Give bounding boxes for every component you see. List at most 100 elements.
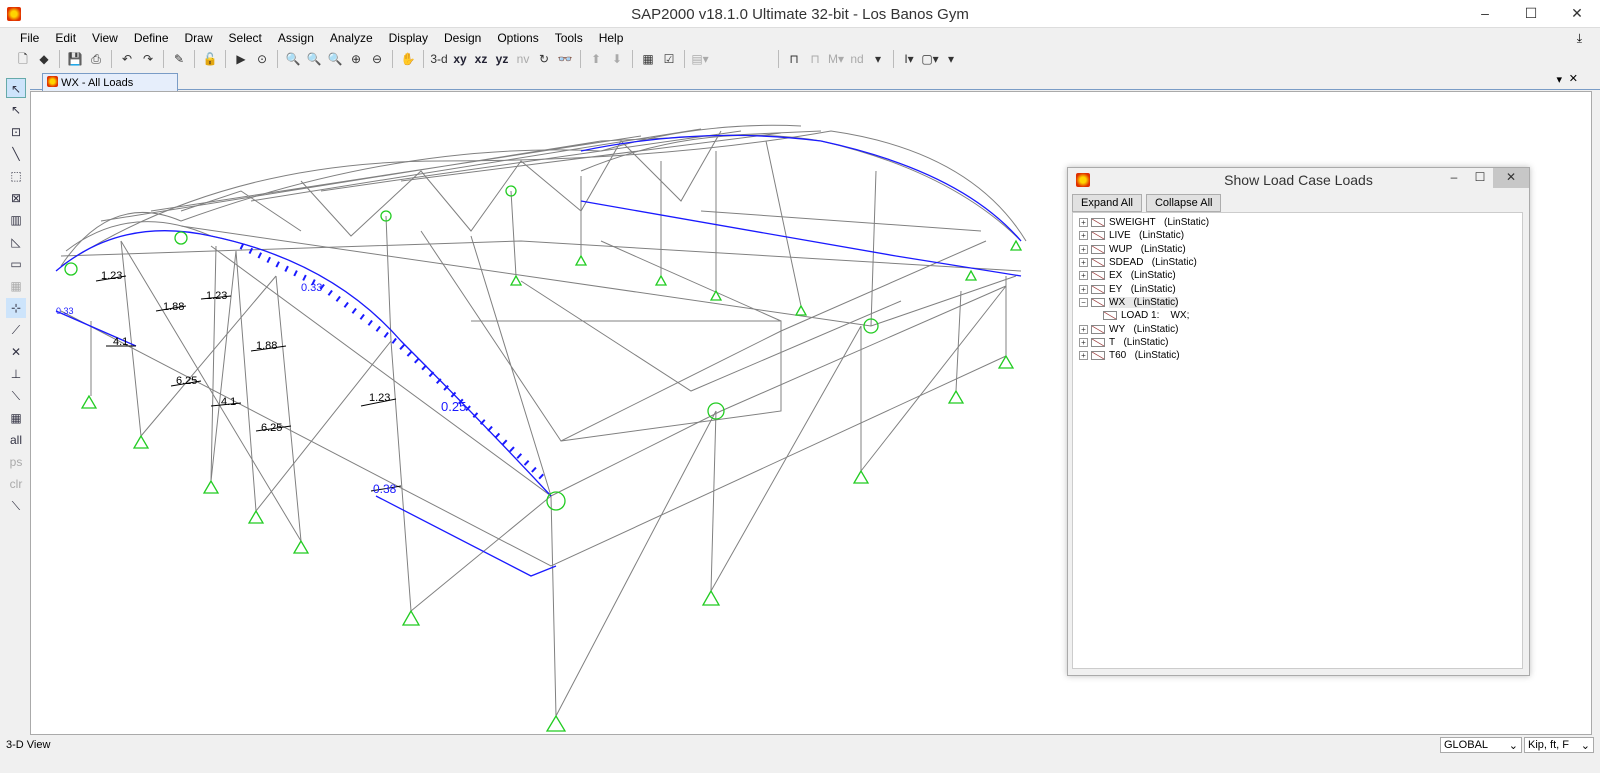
expand-icon[interactable]: + [1079,271,1088,281]
menu-view[interactable]: View [84,28,126,48]
area-icon[interactable]: ▢▾ [921,50,939,68]
menu-tools[interactable]: Tools [547,28,591,48]
expand-icon[interactable]: + [1079,337,1088,347]
expand-icon[interactable]: + [1079,258,1088,268]
draw-section-cut-icon[interactable]: ▥ [6,210,26,230]
collapse-icon[interactable]: − [1079,297,1088,307]
quick-draw-area-icon[interactable]: ▦ [6,276,26,296]
pencil-icon[interactable]: ✎ [170,50,188,68]
frame-brace-icon[interactable]: M▾ [827,50,845,68]
expand-icon[interactable]: + [1079,218,1088,228]
menu-design[interactable]: Design [436,28,489,48]
menu-analyze[interactable]: Analyze [322,28,381,48]
tree-node-sweight[interactable]: + SWEIGHT (LinStatic) [1079,216,1522,229]
tree-node-ey[interactable]: + EY (LinStatic) [1079,282,1522,295]
rotate-icon[interactable]: ↻ [535,50,553,68]
dialog-close-button[interactable]: ✕ [1493,168,1529,188]
lock-icon[interactable]: 🔓 [201,50,219,68]
expand-icon[interactable]: + [1079,231,1088,241]
frame-icon[interactable]: ⊓ [785,50,803,68]
tree-node-wx[interactable]: − WX (LinStatic) [1079,296,1522,309]
draw-brace-icon[interactable]: ⊠ [6,188,26,208]
intersecting-line-icon[interactable]: ⟍ [6,496,26,516]
tree-node-wup[interactable]: + WUP (LinStatic) [1079,243,1522,256]
redo-icon[interactable]: ↷ [139,50,157,68]
expand-icon[interactable]: + [1079,284,1088,294]
run-analysis-icon[interactable]: ⊙ [253,50,271,68]
open-icon[interactable]: ◆ [35,50,53,68]
check-icon[interactable]: ☑ [660,50,678,68]
tab-close-icon[interactable]: ✕ [1569,72,1578,85]
tree-node-wy[interactable]: + WY (LinStatic) [1079,322,1522,335]
move-down-icon[interactable]: ⬇ [608,50,626,68]
menu-display[interactable]: Display [381,28,436,48]
snap-grid-icon[interactable]: ▦ [6,408,26,428]
zoom-in-icon[interactable]: ⊕ [347,50,365,68]
tab-wx-all-loads[interactable]: WX - All Loads [42,73,178,91]
minimize-button[interactable]: – [1462,0,1508,28]
perspective-icon[interactable]: 👓 [556,50,574,68]
view-xy-button[interactable]: xy [451,50,469,68]
menu-options[interactable]: Options [489,28,546,48]
snap-ends-icon[interactable]: ⟋ [6,320,26,340]
menu-file[interactable]: File [12,28,47,48]
move-up-icon[interactable]: ⬆ [587,50,605,68]
menu-select[interactable]: Select [221,28,270,48]
frame-bay-icon[interactable]: ⊓ [806,50,824,68]
coord-system-select[interactable]: GLOBAL ⌄ [1440,737,1522,753]
view-xz-button[interactable]: xz [472,50,490,68]
previous-select-icon[interactable]: ps [6,452,26,472]
snap-intersection-icon[interactable]: ✕ [6,342,26,362]
tree-node-live[interactable]: + LIVE (LinStatic) [1079,229,1522,242]
dialog-minimize-button[interactable]: – [1441,168,1467,188]
tab-dropdown-icon[interactable]: ▾ [1556,73,1562,86]
view-yz-button[interactable]: yz [493,50,511,68]
view-nv-button[interactable]: nv [514,50,532,68]
print-icon[interactable]: ⎙ [87,50,105,68]
snap-perpendicular-icon[interactable]: ⊥ [6,364,26,384]
menu-edit[interactable]: Edit [47,28,84,48]
menu-assign[interactable]: Assign [270,28,322,48]
maximize-button[interactable]: ☐ [1508,0,1554,28]
nd-button[interactable]: nd [848,50,866,68]
dialog-maximize-button[interactable]: ☐ [1467,168,1493,188]
collapse-all-button[interactable]: Collapse All [1145,194,1222,212]
download-icon[interactable]: ⤓ [1569,28,1590,49]
zoom-window-icon[interactable]: 🔍 [284,50,302,68]
pointer-icon[interactable]: ↖ [6,78,26,98]
pan-icon[interactable]: ✋ [399,50,417,68]
clear-select-icon[interactable]: clr [6,474,26,494]
zoom-restore-icon[interactable]: 🔍 [305,50,323,68]
quick-draw-frame-icon[interactable]: ⬚ [6,166,26,186]
view-3d-button[interactable]: 3-d [430,50,448,68]
new-file-icon[interactable]: 🗋 [14,50,32,68]
dropdown-icon[interactable]: ▾ [869,50,887,68]
tree-node-ex[interactable]: + EX (LinStatic) [1079,269,1522,282]
save-icon[interactable]: 💾 [66,50,84,68]
expand-icon[interactable]: + [1079,324,1088,334]
section-icon[interactable]: I▾ [900,50,918,68]
expand-all-button[interactable]: Expand All [1072,194,1142,212]
run-icon[interactable]: ▶ [232,50,250,68]
select-all-icon[interactable]: all [6,430,26,450]
draw-poly-area-icon[interactable]: ◺ [6,232,26,252]
tree-node-sdead[interactable]: + SDEAD (LinStatic) [1079,256,1522,269]
snap-lines-icon[interactable]: ⟍ [6,386,26,406]
menu-define[interactable]: Define [126,28,177,48]
draw-joint-icon[interactable]: ⊡ [6,122,26,142]
draw-frame-icon[interactable]: ╲ [6,144,26,164]
zoom-out-icon[interactable]: ⊖ [368,50,386,68]
tree-node-t60[interactable]: + T60 (LinStatic) [1079,349,1522,362]
zoom-extent-icon[interactable]: 🔍 [326,50,344,68]
snap-joints-icon[interactable]: ⊹ [6,298,26,318]
reshape-icon[interactable]: ↖ [6,100,26,120]
display-options-icon[interactable]: ▤▾ [691,50,709,68]
menu-draw[interactable]: Draw [177,28,221,48]
tree-node-wx-load1[interactable]: LOAD 1: WX; [1079,309,1522,322]
units-select[interactable]: Kip, ft, F ⌄ [1524,737,1594,753]
draw-rect-area-icon[interactable]: ▭ [6,254,26,274]
close-button[interactable]: ✕ [1554,0,1600,28]
undo-icon[interactable]: ↶ [118,50,136,68]
tree-node-t[interactable]: + T (LinStatic) [1079,336,1522,349]
expand-icon[interactable]: + [1079,351,1088,361]
